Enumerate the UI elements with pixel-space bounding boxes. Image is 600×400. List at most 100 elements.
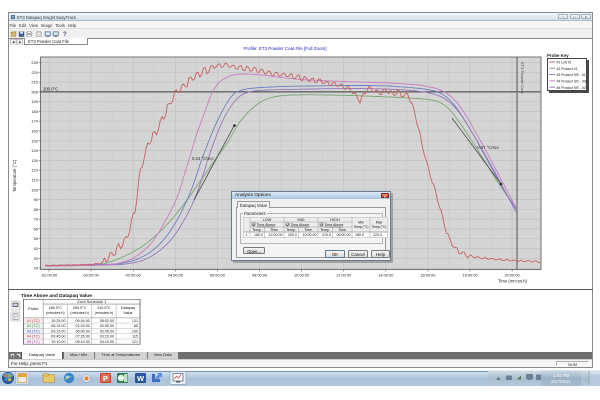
svg-text:04:00:00: 04:00:00 [168,273,184,278]
svg-text:80: 80 [34,207,39,212]
svg-text:Temp.: Temp. [286,228,296,232]
svg-text:07:35.00: 07:35.00 [75,334,89,338]
svg-text:Time (mm:ss.h): Time (mm:ss.h) [498,279,528,284]
svg-text:09:45.00: 09:45.00 [51,334,65,338]
svg-text:50: 50 [34,236,39,241]
svg-text:220.0: 220.0 [373,233,382,237]
svg-text:8/17/2011: 8/17/2011 [551,379,571,384]
svg-text:Temp (°C): Temp (°C) [372,225,387,229]
svg-text:100: 100 [31,187,38,192]
svg-text:100: 100 [131,329,137,333]
svg-text:131: 131 [131,318,137,322]
svg-text:120: 120 [31,168,38,173]
svg-text:00:00.00: 00:00.00 [99,324,113,328]
svg-text:10:00:00: 10:00:00 [294,273,310,278]
svg-text:08:00.00: 08:00.00 [337,233,351,237]
svg-text:9.53 °C/sec: 9.53 °C/sec [192,156,214,161]
svg-text:#5 Product 9/E - #2: #5 Product 9/E - #2 [557,86,586,90]
svg-text:140: 140 [31,148,38,153]
svg-text:10:00.00: 10:00.00 [303,233,317,237]
svg-text:121: 121 [131,340,137,344]
svg-text:#4 (TC): #4 (TC) [27,334,40,338]
svg-text:Cure Schedule 1: Cure Schedule 1 [77,299,106,304]
svg-text:06:00:00: 06:00:00 [210,273,226,278]
svg-text:180.0°C: 180.0°C [48,306,62,310]
svg-text:Temperature (°C): Temperature (°C) [12,159,17,192]
svg-text:180.0: 180.0 [355,233,364,237]
svg-text:Time Above: Time Above [325,223,344,227]
svg-text:08:15.00: 08:15.00 [51,324,65,328]
svg-text:LOW: LOW [263,218,272,222]
svg-text:Probe: Probe [28,306,38,311]
svg-text:#3 Product 9/E - #1: #3 Product 9/E - #1 [557,73,586,77]
svg-text:#1 Left #1: #1 Left #1 [557,61,572,65]
svg-text:09:54.00: 09:54.00 [75,318,89,322]
svg-text:08:00:00: 08:00:00 [252,273,268,278]
svg-text:03:20.00: 03:20.00 [99,334,113,338]
svg-text:(minutes:h): (minutes:h) [70,311,88,315]
svg-text:20:00:00: 20:00:00 [505,273,521,278]
svg-text:Max: Max [376,221,383,225]
svg-text:170: 170 [31,119,38,124]
svg-text:150: 150 [31,138,38,143]
svg-text:86: 86 [133,324,137,328]
svg-text:Value: Value [123,311,132,315]
svg-text:Time: Time [338,228,346,232]
svg-text:(minutes:h): (minutes:h) [94,311,112,315]
svg-text:Time: Time [304,228,312,232]
svg-text:230: 230 [31,60,38,65]
svg-text:-02:00:00: -02:00:00 [41,273,58,278]
svg-text:Temp.: Temp. [320,228,330,232]
svg-text:12:00:00: 12:00:00 [336,273,352,278]
svg-text:160: 160 [31,129,38,134]
svg-text:Datapaq: Datapaq [121,306,135,310]
svg-text:16:00:00: 16:00:00 [420,273,436,278]
svg-text:210.0: 210.0 [322,233,331,237]
svg-text:06:00.00: 06:00.00 [75,329,89,333]
svg-text:115: 115 [132,334,138,338]
svg-text:60: 60 [34,226,39,231]
svg-text:210.0°C: 210.0°C [97,306,111,310]
svg-text:MID: MID [298,218,305,222]
svg-text:210: 210 [31,80,38,85]
svg-text:#3 (TC): #3 (TC) [27,329,40,333]
svg-text:200.0°C: 200.0°C [43,86,58,91]
svg-text:03:05.00: 03:05.00 [99,329,113,333]
svg-text:01:20.00: 01:20.00 [75,324,89,328]
svg-text:40: 40 [34,246,39,251]
svg-text:W: W [137,374,145,383]
svg-text:130: 130 [31,158,38,163]
svg-text:220: 220 [31,70,38,75]
svg-text:09:15.00: 09:15.00 [51,329,65,333]
svg-text:30: 30 [34,256,39,261]
svg-text:HIGH: HIGH [330,218,340,222]
svg-text:#2 (TC): #2 (TC) [27,324,40,328]
svg-text:08:02.00: 08:02.00 [99,318,113,322]
svg-text:200: 200 [31,89,38,94]
svg-text:#4 Product 9/C - 9/E: #4 Product 9/C - 9/E [557,80,588,84]
svg-text:200.0: 200.0 [288,233,297,237]
svg-text:Time Above: Time Above [291,223,310,227]
svg-text:200.0°C: 200.0°C [72,306,86,310]
svg-text:10:10.00: 10:10.00 [51,340,65,344]
svg-text:190: 190 [31,99,38,104]
svg-text:09:10.00: 09:10.00 [75,340,89,344]
svg-text:04:10.00: 04:10.00 [99,340,113,344]
svg-text:#2 Product #1: #2 Product #1 [557,67,578,71]
svg-text:-0.67 °C/sec: -0.67 °C/sec [476,145,499,150]
svg-text:180: 180 [31,109,38,114]
svg-text:(minutes:h): (minutes:h) [46,311,64,315]
svg-text:180.0: 180.0 [254,233,263,237]
svg-text:ET3 Powder Coat: ET3 Powder Coat [520,62,525,94]
svg-text:P: P [103,374,108,383]
svg-text:1:44 PM: 1:44 PM [553,373,570,378]
svg-text:90: 90 [34,197,39,202]
svg-text:Time Above: Time Above [257,223,276,227]
svg-text:20: 20 [34,266,39,271]
svg-text:Time: Time [270,228,278,232]
svg-text:110: 110 [32,178,39,183]
svg-text:Min: Min [358,221,364,225]
svg-text:14:00:00: 14:00:00 [378,273,394,278]
svg-text:10:25.00: 10:25.00 [51,318,65,322]
svg-text:02:00:00: 02:00:00 [126,273,142,278]
